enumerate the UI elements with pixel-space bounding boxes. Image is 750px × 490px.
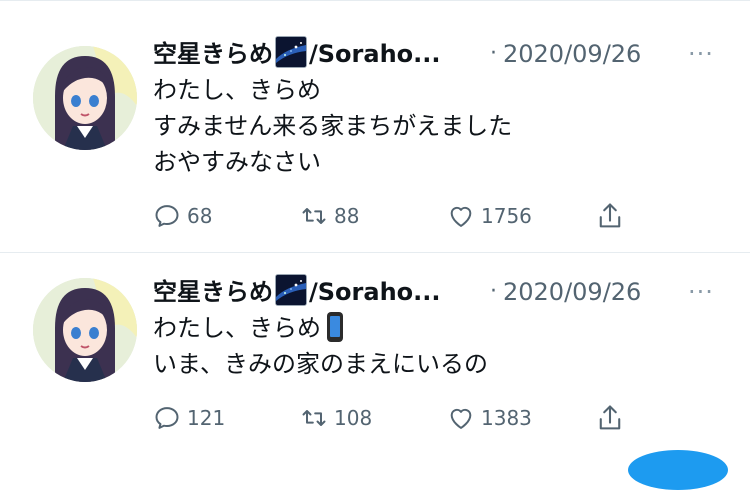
starry-sky-icon — [275, 274, 307, 306]
mobile-phone-icon — [327, 312, 343, 342]
tweet-date[interactable]: 2020/09/26 — [503, 274, 641, 310]
tweet-date[interactable]: 2020/09/26 — [503, 36, 641, 72]
reply-count: 121 — [187, 406, 226, 430]
avatar-image — [33, 46, 137, 150]
tweet-header: 空星きらめ/Soraho... · 2020/09/26 ··· — [153, 36, 733, 72]
retweet-icon — [302, 410, 326, 426]
heart-icon — [450, 206, 472, 227]
avatar[interactable] — [33, 278, 137, 382]
tweet-divider — [0, 252, 750, 253]
share-icon — [599, 203, 621, 228]
retweet-count: 88 — [334, 204, 360, 228]
tweet-actions: 121 108 1383 — [153, 400, 653, 436]
tweet-text: わたし、きらめ すみません来る家まちがえました おやすみなさい — [153, 72, 512, 180]
starry-sky-icon — [275, 36, 307, 68]
like-count: 1383 — [481, 406, 532, 430]
retweet-button[interactable]: 108 — [300, 400, 372, 436]
handle-text: /Soraho... — [309, 40, 441, 68]
reply-count: 68 — [187, 204, 213, 228]
retweet-icon — [302, 208, 326, 224]
separator-dot: · — [490, 279, 497, 304]
tweet-actions: 68 88 1756 — [153, 198, 653, 234]
display-name-text: 空星きらめ — [153, 40, 273, 68]
reply-button[interactable]: 68 — [153, 198, 212, 234]
avatar-image — [33, 278, 137, 382]
share-button[interactable] — [596, 400, 630, 436]
avatar[interactable] — [33, 46, 137, 150]
tweet-line: わたし、きらめ — [153, 310, 488, 346]
like-button[interactable]: 1756 — [447, 198, 532, 234]
top-divider — [0, 0, 750, 1]
like-count: 1756 — [481, 204, 532, 228]
tweet-line: いま、きみの家のまえにいるの — [153, 350, 489, 378]
tweet-line: おやすみなさい — [153, 148, 321, 176]
retweet-button[interactable]: 88 — [300, 198, 359, 234]
reply-icon — [155, 407, 179, 429]
display-name[interactable]: 空星きらめ/Soraho... — [153, 274, 441, 310]
share-icon — [599, 405, 621, 430]
tweet-text: わたし、きらめ いま、きみの家のまえにいるの — [153, 310, 488, 382]
tweet-header: 空星きらめ/Soraho... · 2020/09/26 ··· — [153, 274, 733, 310]
tweet-line: すみません来る家まちがえました — [153, 112, 513, 140]
heart-icon — [450, 408, 472, 429]
reply-icon — [155, 205, 179, 227]
more-icon[interactable]: ··· — [688, 274, 714, 310]
compose-button-edge[interactable] — [628, 450, 728, 490]
retweet-count: 108 — [334, 406, 373, 430]
tweet-line-text: わたし、きらめ — [153, 314, 321, 342]
like-button[interactable]: 1383 — [447, 400, 532, 436]
display-name-text: 空星きらめ — [153, 278, 273, 306]
handle-text: /Soraho... — [309, 278, 441, 306]
reply-button[interactable]: 121 — [153, 400, 225, 436]
more-icon[interactable]: ··· — [688, 36, 714, 72]
separator-dot: · — [490, 41, 497, 66]
display-name[interactable]: 空星きらめ/Soraho... — [153, 36, 441, 72]
tweet-line: わたし、きらめ — [153, 76, 321, 104]
share-button[interactable] — [596, 198, 630, 234]
